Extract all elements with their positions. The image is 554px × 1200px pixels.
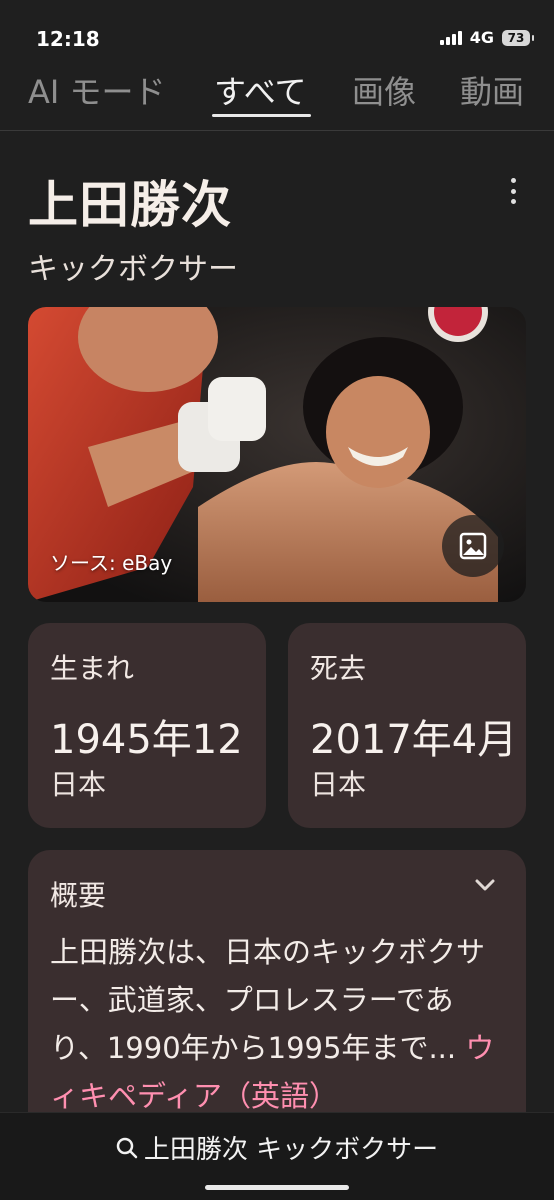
tab-ai-mode[interactable]: AI モード — [28, 67, 166, 113]
tab-all[interactable]: すべて — [214, 67, 306, 113]
born-place: 日本 — [50, 768, 107, 801]
chevron-down-icon[interactable] — [472, 872, 498, 898]
bottom-search-bar[interactable]: 上田勝次 キックボクサー — [0, 1112, 554, 1200]
died-date: 2017年4月 — [310, 717, 518, 763]
status-time: 12:18 — [36, 27, 100, 51]
network-type: 4G — [469, 28, 494, 47]
entity-subtitle: キックボクサー — [28, 252, 238, 287]
died-place: 日本 — [310, 768, 367, 801]
status-icons: 4G 73 — [439, 28, 534, 47]
photo-source-label: ソース: eBay — [50, 551, 173, 575]
entity-photo[interactable]: ソース: eBay — [28, 307, 526, 602]
died-card[interactable]: 死去 2017年4月 日本 — [288, 623, 526, 828]
tab-images[interactable]: 画像 — [352, 67, 416, 113]
born-card[interactable]: 生まれ 1945年12 日本 — [28, 623, 266, 828]
active-tab-indicator — [212, 114, 311, 117]
search-icon — [116, 1137, 138, 1158]
battery-level: 73 — [507, 30, 525, 45]
died-label: 死去 — [310, 652, 367, 685]
search-tabs: AI モード すべて 画像 動画 — [0, 73, 554, 131]
overview-title: 概要 — [50, 879, 107, 912]
overview-ellipsis: ... — [428, 1031, 457, 1065]
image-icon — [459, 532, 487, 560]
overview-card: 概要 上田勝次は、日本のキックボクサー、武道家、プロレスラーであり、1990年か… — [28, 850, 526, 1140]
born-label: 生まれ — [50, 652, 135, 685]
status-bar: 12:18 4G 73 — [0, 0, 554, 75]
tab-videos[interactable]: 動画 — [460, 67, 524, 113]
entity-title: 上田勝次 — [28, 176, 232, 234]
more-options-icon[interactable] — [505, 178, 521, 204]
cellular-signal-icon — [439, 30, 462, 45]
born-date: 1945年12 — [50, 717, 243, 763]
overview-text: 上田勝次は、日本のキックボクサー、武道家、プロレスラーであり、1990年から19… — [50, 928, 510, 1120]
home-indicator[interactable] — [205, 1185, 349, 1190]
search-query: 上田勝次 キックボクサー — [143, 1135, 439, 1165]
battery-icon: 73 — [502, 29, 534, 46]
image-search-button[interactable] — [442, 515, 504, 577]
overview-description: 上田勝次は、日本のキックボクサー、武道家、プロレスラーであり、1990年から19… — [50, 935, 486, 1065]
